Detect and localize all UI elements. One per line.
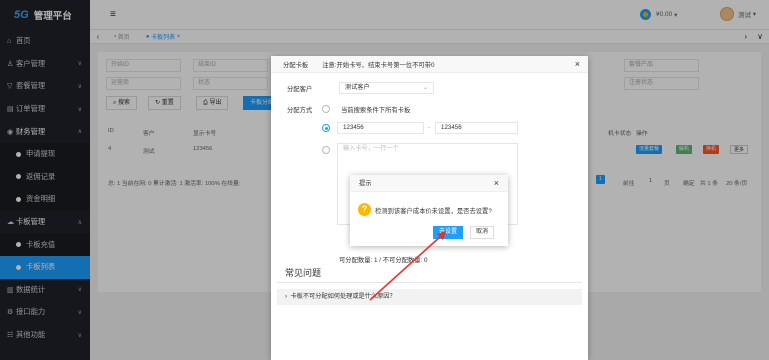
annotation-arrow <box>369 231 446 301</box>
arrow-line <box>369 235 442 301</box>
